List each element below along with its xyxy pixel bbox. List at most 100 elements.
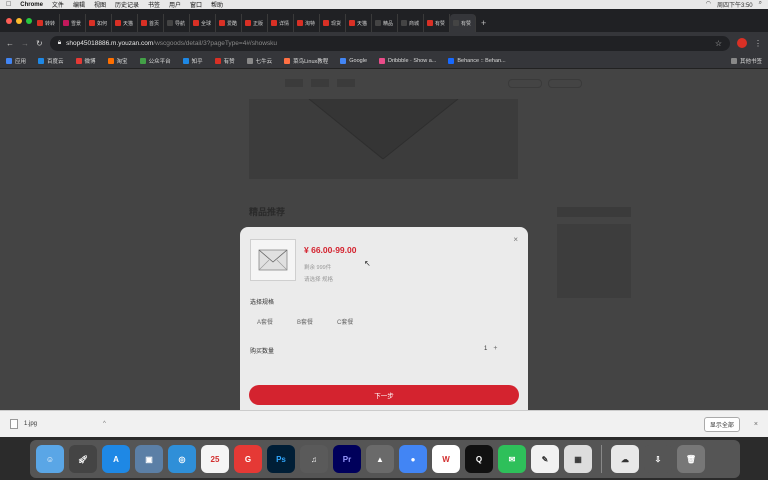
bookmark-item[interactable]: Google <box>340 58 367 64</box>
launchpad-icon[interactable]: 🚀︎ <box>69 445 97 473</box>
apple-icon[interactable]:  <box>6 1 11 8</box>
nav-item[interactable] <box>337 79 355 87</box>
preview-icon[interactable]: ▣ <box>135 445 163 473</box>
more-icon[interactable]: ⋮ <box>754 39 762 48</box>
tab[interactable]: 全球 <box>190 14 216 32</box>
tab[interactable]: 有赞 <box>450 14 476 32</box>
qq-icon[interactable]: Q <box>465 445 493 473</box>
bookmark-item[interactable]: 知乎 <box>182 57 203 65</box>
menu-window[interactable]: 窗口 <box>190 0 202 9</box>
bookmark-other[interactable]: 其他书签 <box>730 57 762 65</box>
app-store-icon[interactable]: A <box>102 445 130 473</box>
sku-price: ¥ 66.00-99.00 <box>304 245 357 255</box>
menu-file[interactable]: 文件 <box>52 0 64 9</box>
spec-option-c[interactable]: C套餐 <box>332 315 358 328</box>
trash-icon[interactable]: 🗑︎ <box>677 445 705 473</box>
tab[interactable]: 现货 <box>320 14 346 32</box>
menu-history[interactable]: 历史记录 <box>115 0 139 9</box>
baidu-netdisk-icon[interactable]: ☁ <box>611 445 639 473</box>
tab[interactable]: 精品 <box>372 14 398 32</box>
profile-avatar[interactable] <box>737 38 747 48</box>
close-icon[interactable]: × <box>754 421 758 428</box>
download-filename[interactable]: 1.jpg <box>24 421 37 427</box>
tab[interactable]: 有赞 <box>424 14 450 32</box>
chevron-up-icon[interactable]: ^ <box>103 421 106 427</box>
tab[interactable]: 详情 <box>268 14 294 32</box>
tab-label: 淘特 <box>305 20 316 27</box>
bookmark-item[interactable]: 菜鸟Linux教程 <box>284 57 328 65</box>
wifi-icon[interactable]: ◠ <box>706 0 711 9</box>
nav-item[interactable] <box>311 79 329 87</box>
wps-icon[interactable]: W <box>432 445 460 473</box>
next-step-button[interactable]: 下一步 <box>249 385 519 405</box>
screenshot-icon[interactable]: ▦ <box>564 445 592 473</box>
dock: ☺ 🚀︎ A ▣ ◎ 25 G Ps ♫ Pr ▲ ● W Q ✉ ✎ ▦ ☁ … <box>30 440 740 478</box>
tab[interactable]: 雪景 <box>60 14 86 32</box>
lock-icon[interactable]: 🔒︎ <box>58 39 61 47</box>
close-icon[interactable]: × <box>513 235 518 244</box>
forward-icon[interactable]: → <box>21 39 29 48</box>
chrome-icon[interactable]: ● <box>399 445 427 473</box>
safari-icon[interactable]: ◎ <box>168 445 196 473</box>
tab[interactable]: 如何 <box>86 14 112 32</box>
netease-music-icon[interactable]: ♫ <box>300 445 328 473</box>
clock[interactable]: 周四下午3:50 <box>717 0 753 9</box>
gitmind-icon[interactable]: G <box>234 445 262 473</box>
bookmark-star-icon[interactable]: ☆ <box>715 39 722 48</box>
tab[interactable]: 首页 <box>138 14 164 32</box>
menu-bookmarks[interactable]: 书签 <box>148 0 160 9</box>
bookmark-apps[interactable]: 应用 <box>6 57 26 65</box>
spec-option-a[interactable]: A套餐 <box>252 315 278 328</box>
bookmark-item[interactable]: 有赞 <box>214 57 235 65</box>
finder-icon[interactable]: ☺ <box>36 445 64 473</box>
spec-option-b[interactable]: B套餐 <box>292 315 318 328</box>
plus-icon[interactable]: + <box>493 345 497 352</box>
bookmark-item[interactable]: Dribbble · Show a... <box>379 58 436 64</box>
reload-icon[interactable]: ↻ <box>36 39 43 48</box>
tab[interactable]: 导航 <box>164 14 190 32</box>
tab[interactable]: 正版 <box>242 14 268 32</box>
new-tab-icon[interactable]: + <box>476 18 491 32</box>
wechat-icon <box>139 58 146 64</box>
calendar-icon[interactable]: 25 <box>201 445 229 473</box>
tab[interactable]: 天猫 <box>346 14 372 32</box>
address-bar[interactable]: 🔒︎ shop45018886.m.youzan.com/wscgoods/de… <box>49 35 730 51</box>
tab-label: 现货 <box>331 20 342 27</box>
tab[interactable]: 天猫 <box>112 14 138 32</box>
side-card[interactable] <box>557 224 631 298</box>
behance-icon <box>448 58 455 64</box>
bookmark-item[interactable]: 公众平台 <box>139 57 171 65</box>
page-action[interactable] <box>548 79 582 88</box>
menu-help[interactable]: 帮助 <box>211 0 223 9</box>
tab[interactable]: 商城 <box>398 14 424 32</box>
tab[interactable]: 淘特 <box>294 14 320 32</box>
tab[interactable]: 转转 <box>34 14 60 32</box>
downloads-icon[interactable]: ⇩ <box>644 445 672 473</box>
minimize-window-icon[interactable] <box>16 18 22 24</box>
bookmark-item[interactable]: 七牛云 <box>246 57 272 65</box>
favicon-icon <box>89 20 95 26</box>
quantity-value[interactable]: 1 <box>484 346 487 352</box>
search-icon[interactable]: ⌕ <box>759 0 762 9</box>
wechat-icon[interactable]: ✉ <box>498 445 526 473</box>
product-thumbnail[interactable] <box>250 239 296 281</box>
page-action[interactable] <box>508 79 542 88</box>
close-window-icon[interactable] <box>6 18 12 24</box>
show-all-button[interactable]: 显示全部 <box>703 416 740 432</box>
nav-item[interactable] <box>285 79 303 87</box>
app-menu[interactable]: Chrome <box>20 2 43 8</box>
keynote-icon[interactable]: ▲ <box>366 445 394 473</box>
menu-view[interactable]: 视图 <box>94 0 106 9</box>
premiere-icon[interactable]: Pr <box>333 445 361 473</box>
bookmark-item[interactable]: Behance :: Behan... <box>448 58 506 64</box>
bookmark-item[interactable]: 百度云 <box>38 57 64 65</box>
menu-edit[interactable]: 编辑 <box>73 0 85 9</box>
menu-people[interactable]: 用户 <box>169 0 181 9</box>
notes-icon[interactable]: ✎ <box>531 445 559 473</box>
bookmark-item[interactable]: 淘宝 <box>107 57 128 65</box>
zoom-window-icon[interactable] <box>26 18 32 24</box>
back-icon[interactable]: ← <box>6 39 14 48</box>
bookmark-item[interactable]: 微博 <box>75 57 96 65</box>
tab[interactable]: 爱酷 <box>216 14 242 32</box>
photoshop-icon[interactable]: Ps <box>267 445 295 473</box>
